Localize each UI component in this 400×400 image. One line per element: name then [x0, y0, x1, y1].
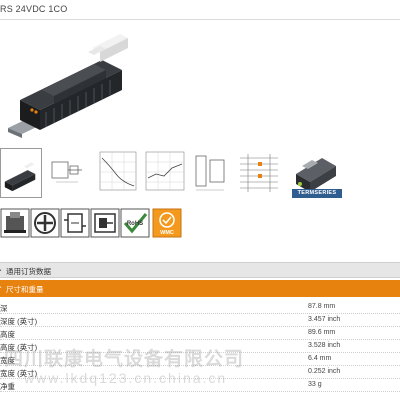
dimension-value: 3.528 inch	[308, 342, 341, 349]
dimension-value: 33 g	[308, 381, 322, 388]
relay-module-icon	[60, 208, 90, 238]
table-row: 深度 (英寸) 3.457 inch	[0, 314, 400, 327]
thumbnail-chart-2[interactable]	[142, 148, 186, 198]
table-row: 深 87.8 mm	[0, 301, 400, 314]
table-row: 高度 89.6 mm	[0, 327, 400, 340]
dimensions-section-header[interactable]: ▸ 尺寸和重量	[0, 280, 400, 297]
rohs-compliant-icon: RoHS	[120, 208, 150, 238]
svg-text:RoHS: RoHS	[127, 221, 143, 227]
circuit-icon	[90, 208, 120, 238]
ordering-data-section[interactable]: ▸ 通用订货数据	[0, 262, 400, 278]
dimension-value: 6.4 mm	[308, 355, 332, 362]
table-row: 宽度 (英寸) 0.252 inch	[0, 366, 400, 379]
expand-arrow-icon: ▸	[0, 266, 2, 274]
termseries-label: TERMSERIES	[292, 189, 342, 198]
table-row: 净重 33 g	[0, 379, 400, 392]
dimension-label: 高度 (英寸)	[0, 343, 38, 352]
ordering-data-label: 通用订货数据	[6, 267, 51, 276]
svg-text:WMC: WMC	[160, 230, 174, 236]
dimension-label: 宽度	[0, 356, 15, 365]
dimension-label: 高度	[0, 330, 15, 339]
dimension-value: 3.457 inch	[308, 316, 341, 323]
product-title: RS 24VDC 1CO	[0, 4, 68, 14]
dimension-label: 深度 (英寸)	[0, 317, 38, 326]
collapse-arrow-icon: ▸	[0, 283, 2, 291]
thumbnail-chart-1[interactable]	[94, 148, 138, 198]
product-image	[2, 30, 202, 142]
thumbnail-product-photo[interactable]	[0, 148, 42, 198]
certification-icons: RoHS WMC	[0, 208, 400, 244]
dimensions-label: 尺寸和重量	[6, 285, 44, 294]
thumbnail-wiring-diagram[interactable]	[234, 148, 284, 198]
terminal-icon	[0, 208, 30, 238]
dimension-value: 0.252 inch	[308, 368, 341, 375]
thumbnail-drawing-1[interactable]	[48, 148, 88, 198]
table-row: 高度 (英寸) 3.528 inch	[0, 340, 400, 353]
title-divider	[0, 19, 400, 20]
dimension-value: 87.8 mm	[308, 303, 336, 310]
table-row: 宽度 6.4 mm	[0, 353, 400, 366]
dimension-value: 89.6 mm	[308, 329, 336, 336]
dimension-label: 深	[0, 304, 8, 313]
dimension-label: 净重	[0, 382, 15, 391]
plus-symbol-icon	[30, 208, 60, 238]
thumbnail-drawing-2[interactable]	[190, 148, 230, 198]
dimensions-table: 深 87.8 mm 深度 (英寸) 3.457 inch 高度 89.6 mm …	[0, 301, 400, 392]
title-bar: RS 24VDC 1CO	[0, 0, 400, 20]
wmc-icon: WMC	[152, 208, 182, 238]
dimension-label: 宽度 (英寸)	[0, 369, 38, 378]
